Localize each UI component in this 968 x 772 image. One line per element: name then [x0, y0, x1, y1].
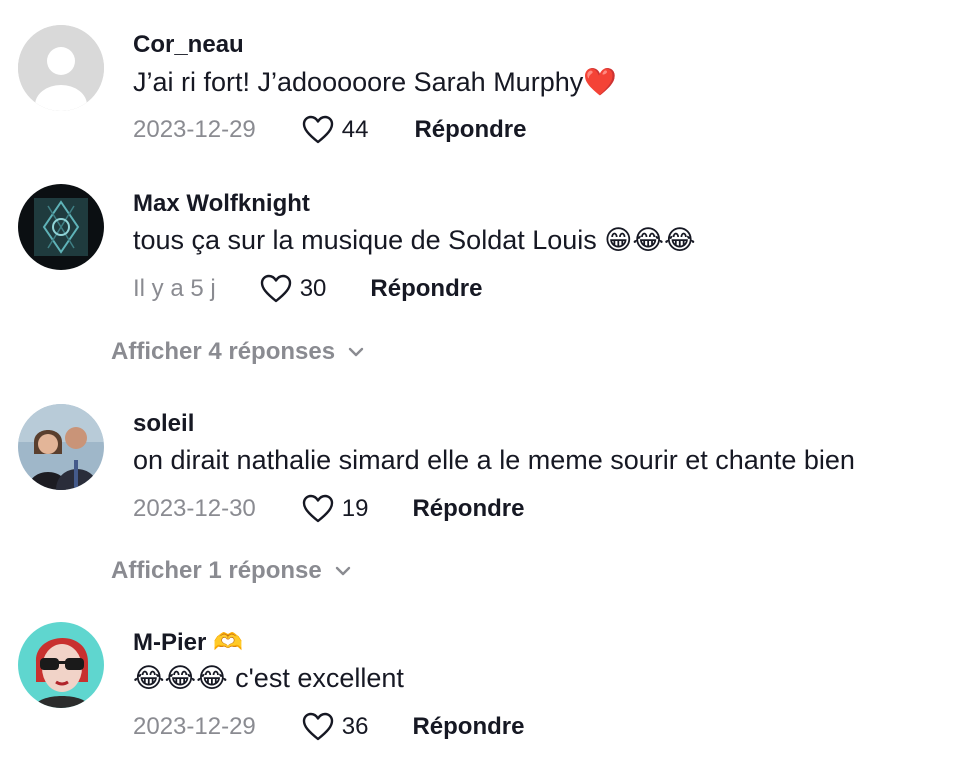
chevron-down-icon [335, 566, 350, 576]
heart-outline-icon [302, 115, 333, 144]
avatar-image [18, 404, 104, 490]
comment-text: J’ai ri fort! J’adooooore Sarah Murphy❤️ [133, 67, 617, 97]
avatar[interactable] [18, 404, 104, 490]
view-replies-button[interactable]: Afficher 4 réponses [111, 338, 365, 366]
comment-username[interactable]: Max Wolfknight [133, 190, 310, 218]
comment-text: on dirait nathalie simard elle a le meme… [133, 445, 855, 475]
avatar[interactable] [18, 184, 104, 270]
comment-meta: 2023-12-30 19 Répondre [133, 493, 524, 525]
view-replies-button[interactable]: Afficher 1 réponse [111, 557, 352, 585]
reply-button[interactable]: Répondre [414, 116, 526, 144]
comment-date: 2023-12-29 [133, 116, 256, 143]
comment-text: 😂😂😂 c'est excellent [133, 663, 404, 693]
avatar[interactable] [18, 622, 104, 708]
heart-outline-icon [260, 274, 291, 303]
chevron-down-icon [348, 347, 364, 357]
comment-text: tous ça sur la musique de Soldat Louis 😁… [133, 225, 696, 255]
like-count: 19 [341, 495, 369, 522]
comment-meta: Il y a 5 j 30 Répondre [133, 273, 482, 305]
avatar-image [18, 184, 104, 270]
like-count: 36 [341, 713, 369, 740]
reply-button[interactable]: Répondre [412, 713, 524, 741]
comment-username[interactable]: soleil [133, 410, 194, 438]
like-button[interactable]: 30 [260, 274, 327, 304]
view-replies-label: Afficher 1 réponse [111, 557, 322, 584]
avatar[interactable] [18, 25, 104, 111]
heart-outline-icon [302, 494, 333, 523]
default-avatar-icon [18, 25, 104, 111]
reply-button[interactable]: Répondre [370, 275, 482, 303]
comment-date: 2023-12-30 [133, 495, 256, 522]
reply-button[interactable]: Répondre [412, 495, 524, 523]
like-button[interactable]: 44 [302, 115, 369, 145]
comment-date: Il y a 5 j [133, 275, 216, 302]
comment-meta: 2023-12-29 44 Répondre [133, 114, 526, 146]
comment-date: 2023-12-29 [133, 713, 256, 740]
comment-username[interactable]: Cor_neau [133, 31, 244, 59]
avatar-image [18, 622, 104, 708]
comment-username[interactable]: M-Pier 🫶 [133, 628, 243, 657]
heart-outline-icon [302, 712, 333, 741]
like-button[interactable]: 36 [302, 712, 369, 742]
view-replies-label: Afficher 4 réponses [111, 338, 336, 365]
like-count: 30 [299, 275, 327, 302]
like-button[interactable]: 19 [302, 494, 369, 524]
comment-meta: 2023-12-29 36 Répondre [133, 711, 524, 743]
like-count: 44 [341, 116, 369, 143]
